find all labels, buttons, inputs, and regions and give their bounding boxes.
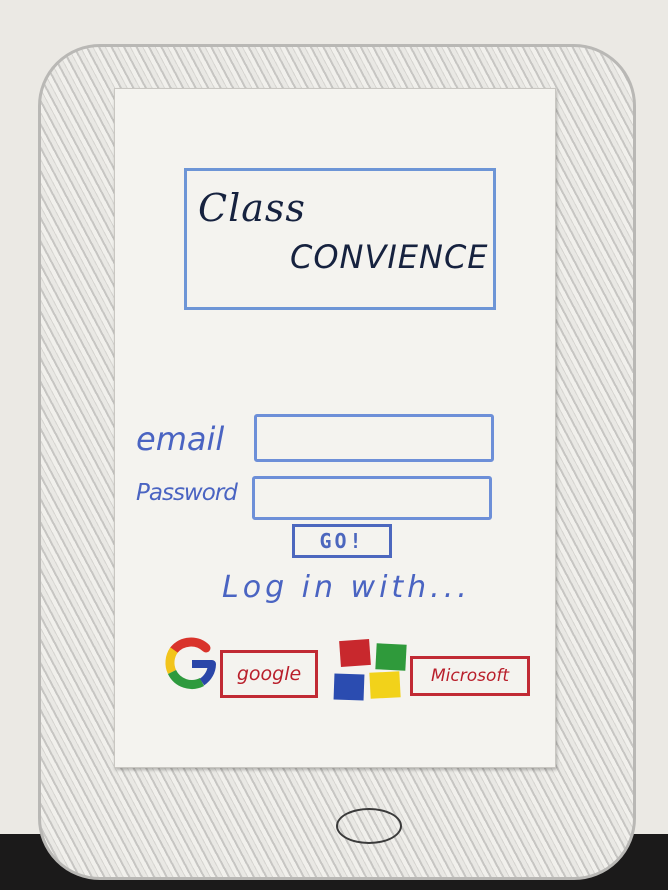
google-g-red-arc — [169, 637, 211, 655]
logo-text-convience: CONVIENCE — [290, 238, 489, 276]
google-g-yellow-arc — [165, 647, 178, 674]
google-g-green-arc — [167, 669, 205, 689]
google-g-blue-bar — [192, 660, 216, 686]
microsoft-green-square — [375, 643, 407, 671]
microsoft-yellow-square — [369, 671, 401, 699]
email-field[interactable] — [254, 414, 494, 462]
logo-text-class: Class — [198, 186, 306, 230]
password-field[interactable] — [252, 476, 492, 520]
microsoft-login-button[interactable]: Microsoft — [410, 656, 530, 696]
home-button[interactable] — [336, 808, 402, 844]
email-label: email — [136, 420, 225, 458]
microsoft-blue-square — [333, 673, 365, 701]
login-with-heading: Log in with... — [222, 570, 471, 605]
microsoft-squares-icon[interactable] — [333, 638, 407, 702]
go-button[interactable]: GO! — [292, 524, 392, 558]
microsoft-red-square — [339, 638, 371, 668]
google-login-button[interactable]: google — [220, 650, 318, 698]
password-label: Password — [136, 480, 238, 506]
google-g-icon[interactable] — [162, 634, 218, 690]
